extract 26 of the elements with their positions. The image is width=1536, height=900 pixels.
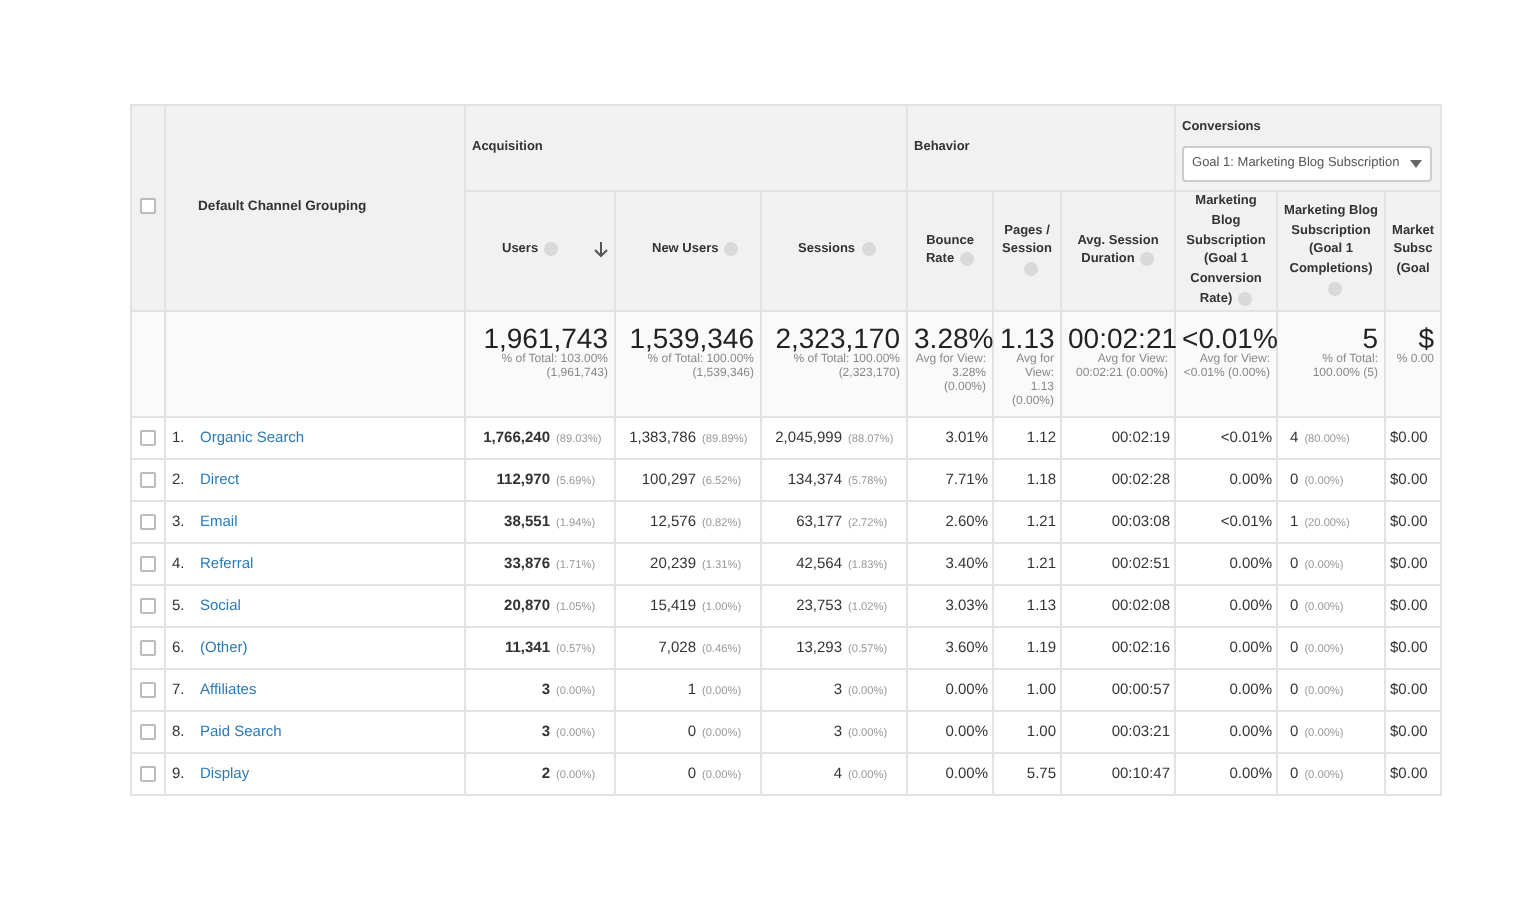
total-value: $ [1416,323,1435,353]
help-icon[interactable] [1023,261,1038,276]
help-icon[interactable] [1140,252,1155,267]
help-icon[interactable] [960,252,975,267]
caret-icon [1410,159,1423,168]
row-checkbox[interactable] [140,765,156,782]
total-value: 1.13 [1000,323,1055,353]
help-icon[interactable] [1327,281,1342,296]
total-value: 2,323,170 [773,323,901,353]
select-all-checkbox[interactable] [140,198,156,215]
help-icon[interactable] [544,242,559,257]
total-value: 1,539,346 [627,323,754,353]
help-icon[interactable] [1238,291,1253,306]
help-icon[interactable] [724,242,739,257]
total-value: 5 [1360,323,1379,353]
row-checkbox[interactable] [140,471,156,488]
help-icon[interactable] [861,242,876,257]
row-checkbox[interactable] [140,723,156,740]
row-checkbox[interactable] [140,513,156,530]
row-checkbox[interactable] [140,429,156,446]
row-checkbox[interactable] [140,555,156,572]
row-checkbox[interactable] [140,639,156,656]
row-checkbox[interactable] [140,597,156,614]
total-value: 1,961,743 [481,323,608,353]
row-checkbox[interactable] [140,681,156,698]
sort-arrow-icon[interactable] [594,242,608,259]
